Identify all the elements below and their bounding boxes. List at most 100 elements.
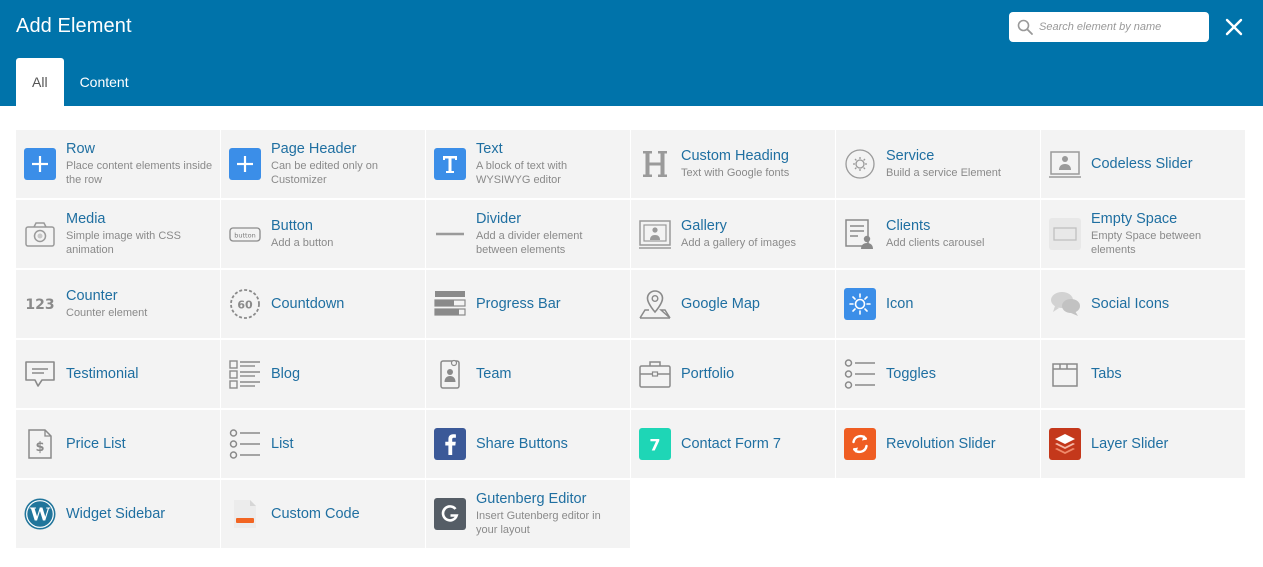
element-description: Add a divider element between elements <box>476 230 583 256</box>
element-description: Empty Space between elements <box>1091 230 1202 256</box>
element-tile-portfolio[interactable]: Portfolio <box>631 340 835 408</box>
element-name: Counter <box>66 288 118 304</box>
element-tile-testimonial[interactable]: Testimonial <box>16 340 220 408</box>
slider-icon <box>1049 151 1081 178</box>
element-tile-service[interactable]: Service Build a service Element <box>836 130 1040 198</box>
briefcase-icon <box>639 361 671 388</box>
gallery-icon <box>639 220 671 249</box>
element-description: Text with Google fonts <box>681 167 790 179</box>
element-description: Can be edited only on Customizer <box>271 160 379 186</box>
wordpress-icon: W <box>24 498 56 530</box>
element-name: Progress Bar <box>476 295 561 312</box>
element-tile-row[interactable]: Row Place content elements inside the row <box>16 130 220 198</box>
element-tile-google-map[interactable]: Google Map <box>631 270 835 338</box>
modal-title: Add Element <box>16 15 132 37</box>
search-icon <box>1017 19 1033 35</box>
list-icon <box>229 429 260 459</box>
tab-bar: All Content <box>16 58 145 106</box>
plus-icon <box>229 148 261 180</box>
element-name: Share Buttons <box>476 435 568 452</box>
element-tile-codeless-slider[interactable]: Codeless Slider <box>1041 130 1245 198</box>
toggles-icon <box>844 359 875 389</box>
element-tile-icon[interactable]: Icon <box>836 270 1040 338</box>
element-name: Gallery <box>681 218 727 234</box>
element-tile-social-icons[interactable]: Social Icons <box>1041 270 1245 338</box>
code-file-icon <box>234 500 256 528</box>
element-tile-contact-form-7[interactable]: 7 Contact Form 7 <box>631 410 835 478</box>
svg-text:button: button <box>234 232 255 240</box>
element-description: A block of text with WYSIWYG editor <box>476 160 568 186</box>
text-icon <box>434 148 466 180</box>
sun-icon <box>844 288 876 320</box>
element-tile-tabs[interactable]: Tabs <box>1041 340 1245 408</box>
element-description: Simple image with CSS animation <box>66 230 181 256</box>
element-tile-media[interactable]: Media Simple image with CSS animation <box>16 200 220 268</box>
blog-icon <box>229 360 260 389</box>
element-name: Row <box>66 141 96 157</box>
element-tile-widget-sidebar[interactable]: W Widget Sidebar <box>16 480 220 548</box>
element-description: Build a service Element <box>886 167 1001 179</box>
element-tile-countdown[interactable]: 60 Countdown <box>221 270 425 338</box>
element-tile-progress-bar[interactable]: Progress Bar <box>426 270 630 338</box>
search-box[interactable] <box>1009 12 1209 42</box>
element-name: Media <box>66 211 106 227</box>
element-name: Layer Slider <box>1091 435 1169 452</box>
tab-all[interactable]: All <box>16 58 64 106</box>
element-tile-share-buttons[interactable]: Share Buttons <box>426 410 630 478</box>
element-name: Clients <box>886 218 931 234</box>
element-tile-custom-code[interactable]: Custom Code <box>221 480 425 548</box>
element-name: Codeless Slider <box>1091 155 1193 172</box>
element-tile-counter[interactable]: 123 Counter Counter element <box>16 270 220 338</box>
countdown-icon: 60 <box>230 289 260 319</box>
element-name: Icon <box>886 295 914 312</box>
button-icon: button <box>229 227 261 242</box>
chat-bubbles-icon <box>1051 292 1080 316</box>
element-name: Portfolio <box>681 365 735 382</box>
element-name: Custom Heading <box>681 148 789 164</box>
element-tile-button[interactable]: button Button Add a button <box>221 200 425 268</box>
search-input[interactable] <box>1039 17 1203 37</box>
tab-content[interactable]: Content <box>64 58 145 106</box>
element-tile-layer-slider[interactable]: Layer Slider <box>1041 410 1245 478</box>
element-tile-custom-heading[interactable]: Custom Heading Text with Google fonts <box>631 130 835 198</box>
element-name: Blog <box>271 365 301 382</box>
element-tile-list[interactable]: List <box>221 410 425 478</box>
element-tile-text[interactable]: Text A block of text with WYSIWYG editor <box>426 130 630 198</box>
element-name: Countdown <box>271 295 345 312</box>
element-name: Text <box>476 141 503 157</box>
element-name: Google Map <box>681 295 760 312</box>
element-name: Revolution Slider <box>886 435 996 452</box>
element-tile-team[interactable]: Team <box>426 340 630 408</box>
element-name: Custom Code <box>271 505 360 522</box>
element-description: Add a gallery of images <box>681 237 796 249</box>
svg-text:123: 123 <box>25 297 54 313</box>
contact-form-7-icon: 7 <box>639 428 671 460</box>
element-tile-revolution-slider[interactable]: Revolution Slider <box>836 410 1040 478</box>
element-name: Social Icons <box>1091 295 1170 312</box>
element-tile-toggles[interactable]: Toggles <box>836 340 1040 408</box>
element-name: Divider <box>476 211 522 227</box>
clients-icon <box>845 219 873 249</box>
modal-header: Add Element All Content <box>0 0 1263 106</box>
element-tile-price-list[interactable]: $ Price List <box>16 410 220 478</box>
close-icon[interactable] <box>1222 15 1246 39</box>
element-tile-gallery[interactable]: Gallery Add a gallery of images <box>631 200 835 268</box>
svg-text:$: $ <box>35 440 44 455</box>
element-name: Button <box>271 218 313 234</box>
element-description: Insert Gutenberg editor in your layout <box>476 510 601 536</box>
layer-slider-icon <box>1049 428 1081 460</box>
element-name: Tabs <box>1091 365 1122 382</box>
element-tile-divider[interactable]: Divider Add a divider element between ele… <box>426 200 630 268</box>
element-description: Add a button <box>271 237 334 249</box>
svg-text:60: 60 <box>237 299 253 312</box>
plus-icon <box>24 148 56 180</box>
service-icon <box>845 149 875 179</box>
divider-icon <box>436 232 464 236</box>
element-tile-empty-space[interactable]: Empty Space Empty Space between elements <box>1041 200 1245 268</box>
element-tile-blog[interactable]: Blog <box>221 340 425 408</box>
progress-bar-icon <box>434 291 466 316</box>
element-tile-page-header[interactable]: Page Header Can be edited only on Customi… <box>221 130 425 198</box>
element-tile-clients[interactable]: Clients Add clients carousel <box>836 200 1040 268</box>
element-tile-gutenberg-editor[interactable]: Gutenberg Editor Insert Gutenberg editor … <box>426 480 630 548</box>
element-name: Gutenberg Editor <box>476 491 587 507</box>
